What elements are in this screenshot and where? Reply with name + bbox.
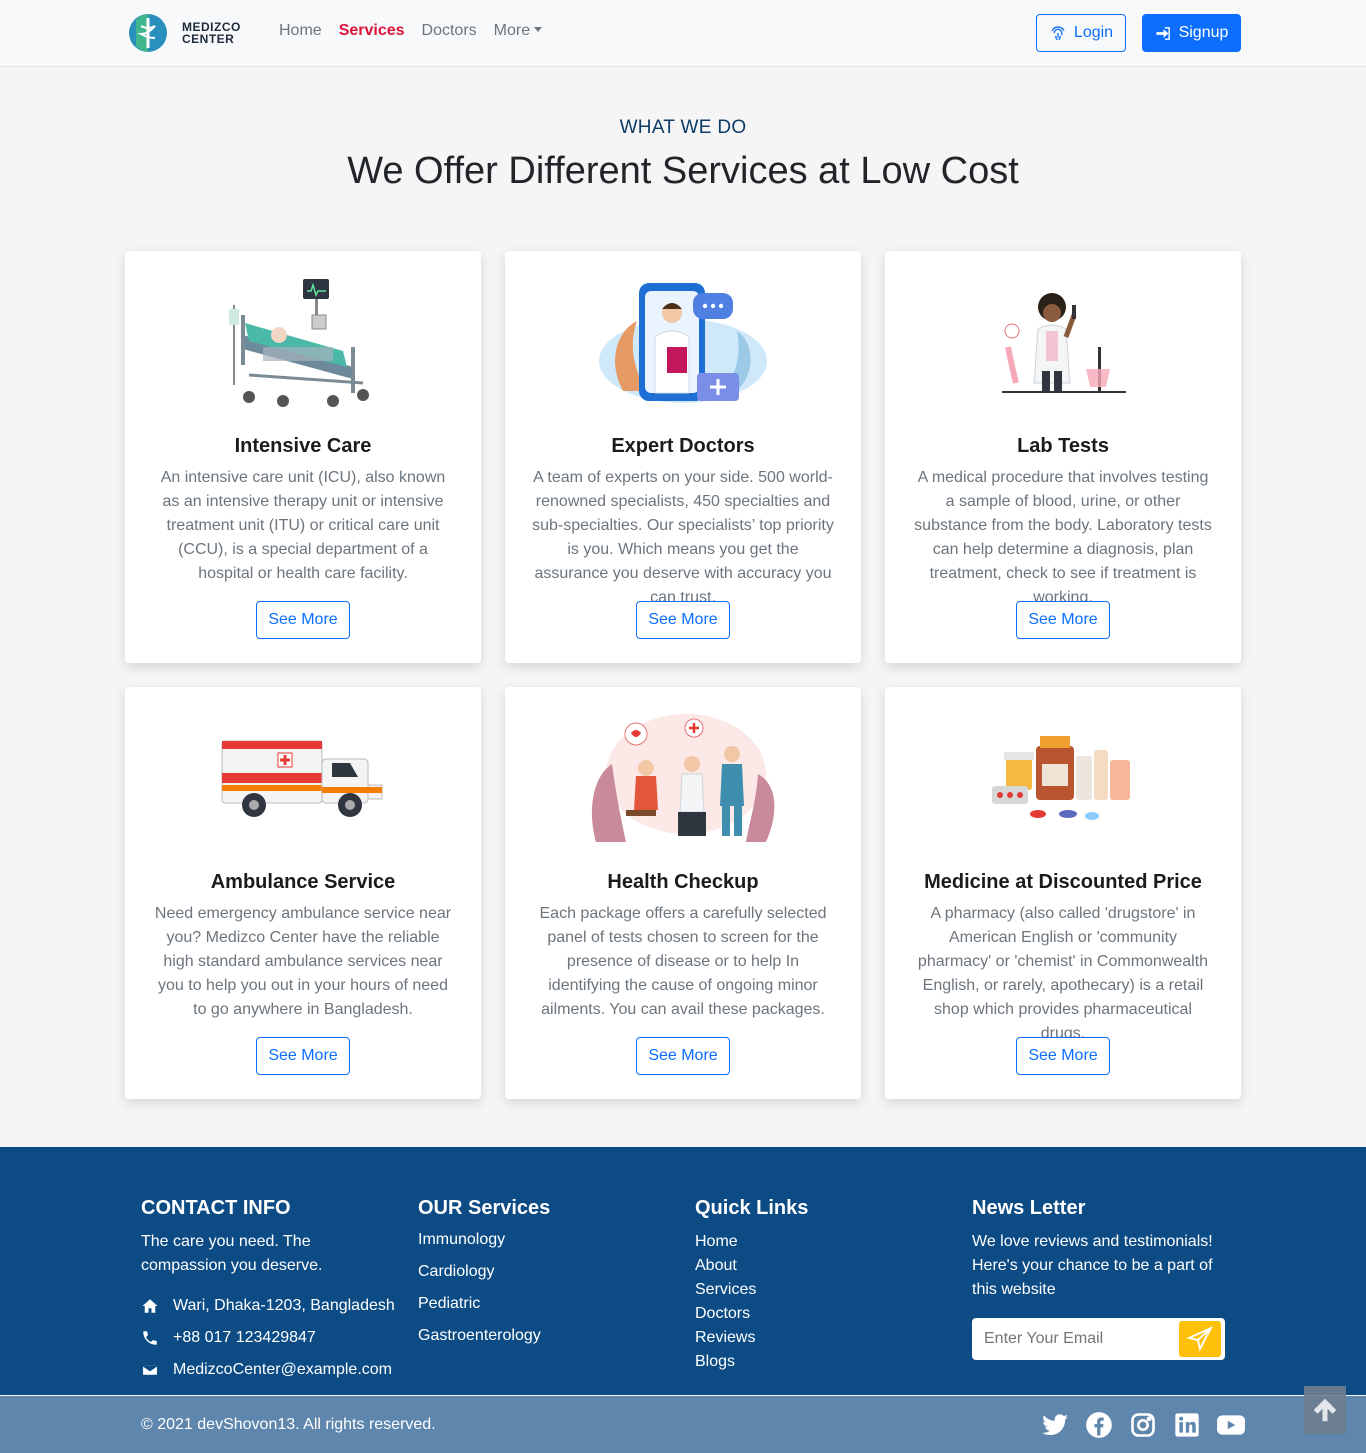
lab-scientist-illustration bbox=[885, 273, 1241, 413]
login-label: Login bbox=[1073, 24, 1114, 41]
footer-service-link[interactable]: Gastroenterology bbox=[418, 1320, 550, 1352]
footer-heading: News Letter bbox=[972, 1197, 1086, 1219]
see-more-button[interactable]: See More bbox=[1016, 601, 1110, 639]
signup-button[interactable]: Signup bbox=[1142, 14, 1241, 52]
card-description: A pharmacy (also called 'drugstore' in A… bbox=[917, 905, 1209, 1042]
section-eyebrow: WHAT WE DO bbox=[619, 117, 747, 138]
card-title: Medicine at Discounted Price bbox=[924, 871, 1202, 893]
caret-down-icon bbox=[534, 27, 543, 32]
card-title: Lab Tests bbox=[1017, 435, 1109, 457]
footer-service-link[interactable]: Pediatric bbox=[418, 1288, 550, 1320]
email-text: MedizcoCenter@example.com bbox=[173, 1361, 392, 1378]
social-links bbox=[1040, 1410, 1246, 1440]
nav-services[interactable]: Services bbox=[339, 22, 405, 40]
twitter-icon[interactable] bbox=[1040, 1410, 1070, 1440]
card-description: A medical procedure that involves testin… bbox=[914, 469, 1212, 606]
nav-doctors[interactable]: Doctors bbox=[422, 22, 477, 40]
login-button[interactable]: Login bbox=[1036, 14, 1126, 52]
address-text: Wari, Dhaka-1203, Bangladesh bbox=[173, 1297, 395, 1314]
see-more-button[interactable]: See More bbox=[256, 601, 350, 639]
doctor-phone-illustration bbox=[505, 273, 861, 413]
sign-in-icon bbox=[1155, 26, 1170, 40]
footer-heading: OUR Services bbox=[418, 1197, 551, 1219]
health-checkup-illustration bbox=[505, 709, 861, 849]
footer-tagline: The care you need. The compassion you de… bbox=[141, 1233, 323, 1274]
logo-icon bbox=[129, 14, 167, 52]
footer-heading: CONTACT INFO bbox=[141, 1197, 291, 1219]
footer-link-about[interactable]: About bbox=[695, 1254, 808, 1278]
medicine-illustration bbox=[885, 709, 1241, 849]
nav-more-label: More bbox=[493, 22, 531, 39]
fingerprint-icon bbox=[1051, 26, 1065, 41]
see-more-button[interactable]: See More bbox=[256, 1037, 350, 1075]
home-icon bbox=[142, 1299, 158, 1313]
instagram-icon[interactable] bbox=[1128, 1410, 1158, 1440]
brand-line2: CENTER bbox=[182, 32, 235, 46]
service-card-medicine: Medicine at Discounted Price A pharmacy … bbox=[885, 687, 1241, 1099]
service-card-health-checkup: Health Checkup Each package offers a car… bbox=[505, 687, 861, 1099]
card-title: Health Checkup bbox=[607, 871, 759, 893]
back-to-top-button[interactable] bbox=[1304, 1386, 1346, 1434]
card-description: A team of experts on your side. 500 worl… bbox=[532, 469, 834, 606]
navbar: MEDIZCO CENTER Home Services Doctors Mor… bbox=[0, 0, 1366, 67]
newsletter-send-button[interactable] bbox=[1179, 1321, 1221, 1357]
signup-label: Signup bbox=[1178, 24, 1229, 41]
footer-link-doctors[interactable]: Doctors bbox=[695, 1302, 808, 1326]
footer-link-blogs[interactable]: Blogs bbox=[695, 1350, 808, 1374]
paper-plane-icon bbox=[1187, 1326, 1213, 1352]
service-card-expert-doctors: Expert Doctors A team of experts on your… bbox=[505, 251, 861, 663]
facebook-icon[interactable] bbox=[1084, 1410, 1114, 1440]
newsletter-form bbox=[972, 1318, 1225, 1360]
footer-contact: CONTACT INFO The care you need. The comp… bbox=[141, 1197, 401, 1386]
email-row: MedizcoCenter@example.com bbox=[141, 1354, 401, 1386]
newsletter-text: We love reviews and testimonials! Here's… bbox=[972, 1233, 1213, 1298]
phone-row: +88 017 123429847 bbox=[141, 1322, 401, 1354]
nav-links: Home Services Doctors More bbox=[279, 22, 543, 40]
bottom-bar: © 2021 devShovon13. All rights reserved. bbox=[0, 1396, 1366, 1453]
address-row: Wari, Dhaka-1203, Bangladesh bbox=[141, 1290, 401, 1322]
card-description: Each package offers a carefully selected… bbox=[539, 905, 827, 1018]
linkedin-icon[interactable] bbox=[1172, 1410, 1202, 1440]
section-title: We Offer Different Services at Low Cost bbox=[347, 150, 1019, 192]
envelope-icon bbox=[141, 1364, 159, 1376]
footer-newsletter: News Letter We love reviews and testimon… bbox=[972, 1197, 1232, 1360]
hospital-bed-illustration bbox=[125, 273, 481, 413]
footer-service-link[interactable]: Immunology bbox=[418, 1224, 550, 1256]
copyright-text: © 2021 devShovon13. All rights reserved. bbox=[141, 1416, 436, 1433]
card-title: Intensive Care bbox=[234, 435, 372, 457]
footer: CONTACT INFO The care you need. The comp… bbox=[0, 1147, 1366, 1395]
brand[interactable]: MEDIZCO CENTER bbox=[124, 12, 241, 54]
arrow-up-icon bbox=[1313, 1398, 1337, 1422]
ambulance-illustration bbox=[125, 709, 481, 849]
nav-home[interactable]: Home bbox=[279, 22, 322, 40]
card-title: Expert Doctors bbox=[611, 435, 755, 457]
footer-services: OUR Services Immunology Cardiology Pedia… bbox=[418, 1197, 550, 1352]
see-more-button[interactable]: See More bbox=[1016, 1037, 1110, 1075]
phone-icon bbox=[143, 1331, 157, 1345]
card-title: Ambulance Service bbox=[210, 871, 396, 893]
footer-service-link[interactable]: Cardiology bbox=[418, 1256, 550, 1288]
service-card-intensive-care: Intensive Care An intensive care unit (I… bbox=[125, 251, 481, 663]
youtube-icon[interactable] bbox=[1216, 1410, 1246, 1440]
footer-link-reviews[interactable]: Reviews bbox=[695, 1326, 808, 1350]
footer-heading: Quick Links bbox=[695, 1197, 809, 1219]
card-description: Need emergency ambulance service near yo… bbox=[154, 905, 452, 1018]
phone-text: +88 017 123429847 bbox=[173, 1329, 316, 1346]
footer-quick-links: Quick Links Home About Services Doctors … bbox=[695, 1197, 808, 1374]
newsletter-email-input[interactable] bbox=[972, 1318, 1172, 1360]
card-description: An intensive care unit (ICU), also known… bbox=[160, 469, 446, 582]
service-card-lab-tests: Lab Tests A medical procedure that invol… bbox=[885, 251, 1241, 663]
service-card-ambulance: Ambulance Service Need emergency ambulan… bbox=[125, 687, 481, 1099]
see-more-button[interactable]: See More bbox=[636, 601, 730, 639]
nav-more-dropdown[interactable]: More bbox=[493, 22, 543, 40]
see-more-button[interactable]: See More bbox=[636, 1037, 730, 1075]
footer-link-home[interactable]: Home bbox=[695, 1230, 808, 1254]
footer-link-services[interactable]: Services bbox=[695, 1278, 808, 1302]
